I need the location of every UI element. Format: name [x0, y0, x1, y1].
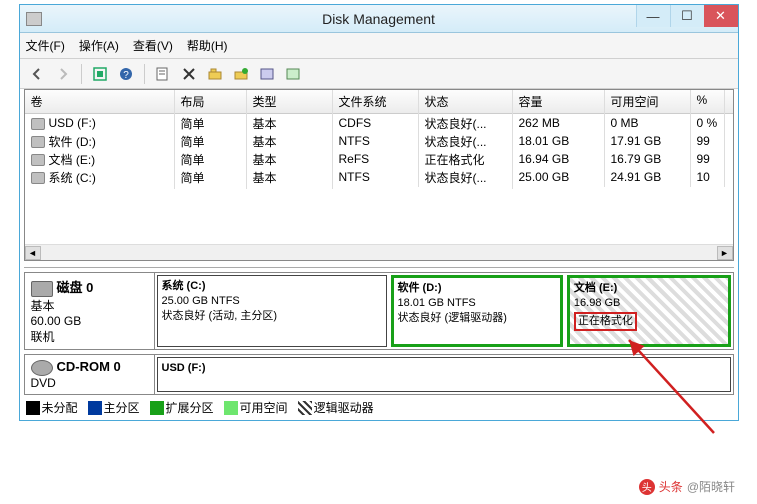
partition-e-title: 文档 (E:) — [574, 282, 617, 294]
titlebar: Disk Management — ☐ ✕ — [20, 5, 738, 33]
table-row[interactable]: 系统 (C:)简单基本NTFS状态良好(...25.00 GB24.91 GB1… — [25, 168, 733, 186]
cdrom-partition[interactable]: USD (F:) — [157, 357, 731, 392]
legend-unallocated: 未分配 — [42, 401, 78, 415]
disk-0-size: 60.00 GB — [31, 314, 82, 328]
menu-action[interactable]: 操作(A) — [79, 37, 119, 54]
svg-text:?: ? — [123, 70, 129, 81]
scroll-right-button[interactable]: ► — [717, 246, 733, 260]
action2-button[interactable] — [230, 63, 252, 85]
legend: 未分配 主分区 扩展分区 可用空间 逻辑驱动器 — [26, 399, 732, 416]
partition-d-title: 软件 (D:) — [398, 282, 442, 294]
legend-primary: 主分区 — [104, 401, 140, 415]
close-button[interactable]: ✕ — [704, 5, 738, 27]
forward-button[interactable] — [52, 63, 74, 85]
col-percent[interactable]: % — [691, 90, 725, 113]
cdrom-label: CD-ROM 0 — [57, 359, 121, 374]
col-type[interactable]: 类型 — [247, 90, 333, 113]
legend-logical: 逻辑驱动器 — [314, 401, 374, 415]
menu-view[interactable]: 查看(V) — [133, 37, 173, 54]
disk-0-type: 基本 — [31, 299, 55, 313]
volume-list: 卷 布局 类型 文件系统 状态 容量 可用空间 % USD (F:)简单基本CD… — [24, 89, 734, 261]
menu-file[interactable]: 文件(F) — [26, 37, 65, 54]
delete-button[interactable] — [178, 63, 200, 85]
back-button[interactable] — [26, 63, 48, 85]
toolbar: ? — [20, 59, 738, 89]
horizontal-scrollbar[interactable]: ◄ ► — [25, 244, 733, 260]
col-filesystem[interactable]: 文件系统 — [333, 90, 419, 113]
watermark-icon: 头 — [639, 479, 655, 495]
help-button[interactable]: ? — [115, 63, 137, 85]
disk-icon — [31, 281, 53, 297]
action4-button[interactable] — [282, 63, 304, 85]
watermark-handle: @陌晓轩 — [687, 478, 735, 495]
partition-e-size: 16.98 GB — [574, 297, 620, 309]
cdrom-info: CD-ROM 0 DVD — [25, 355, 155, 394]
legend-free-swatch — [224, 401, 238, 415]
app-icon — [26, 12, 42, 26]
legend-logical-swatch — [298, 401, 312, 415]
cdrom-icon — [31, 360, 53, 376]
action1-button[interactable] — [204, 63, 226, 85]
disk-0-row[interactable]: 磁盘 0 基本 60.00 GB 联机 系统 (C:) 25.00 GB NTF… — [24, 272, 734, 350]
graphic-pane: 磁盘 0 基本 60.00 GB 联机 系统 (C:) 25.00 GB NTF… — [24, 267, 734, 395]
action3-button[interactable] — [256, 63, 278, 85]
disk-0-state: 联机 — [31, 330, 55, 344]
menu-help[interactable]: 帮助(H) — [187, 37, 228, 54]
partition-c-status: 状态良好 (活动, 主分区) — [162, 310, 278, 322]
refresh-button[interactable] — [89, 63, 111, 85]
legend-extended-swatch — [150, 401, 164, 415]
scroll-left-button[interactable]: ◄ — [25, 246, 41, 260]
cdrom-part-title: USD (F:) — [162, 362, 206, 374]
col-capacity[interactable]: 容量 — [513, 90, 605, 113]
legend-free: 可用空间 — [240, 401, 288, 415]
watermark-prefix: 头条 — [659, 478, 683, 495]
partition-e-status: 正在格式化 — [574, 312, 637, 331]
disk-0-label: 磁盘 0 — [57, 280, 94, 295]
window-title: Disk Management — [322, 11, 435, 27]
col-free[interactable]: 可用空间 — [605, 90, 691, 113]
legend-unallocated-swatch — [26, 401, 40, 415]
legend-primary-swatch — [88, 401, 102, 415]
partition-c[interactable]: 系统 (C:) 25.00 GB NTFS 状态良好 (活动, 主分区) — [157, 275, 387, 347]
properties-button[interactable] — [152, 63, 174, 85]
partition-c-title: 系统 (C:) — [162, 280, 206, 292]
menubar: 文件(F) 操作(A) 查看(V) 帮助(H) — [20, 33, 738, 59]
list-header: 卷 布局 类型 文件系统 状态 容量 可用空间 % — [25, 90, 733, 114]
partition-e[interactable]: 文档 (E:) 16.98 GB 正在格式化 — [567, 275, 731, 347]
partition-c-size: 25.00 GB NTFS — [162, 295, 240, 307]
disk-0-info: 磁盘 0 基本 60.00 GB 联机 — [25, 273, 155, 349]
maximize-button[interactable]: ☐ — [670, 5, 704, 27]
col-volume[interactable]: 卷 — [25, 90, 175, 113]
partition-d[interactable]: 软件 (D:) 18.01 GB NTFS 状态良好 (逻辑驱动器) — [391, 275, 563, 347]
col-status[interactable]: 状态 — [419, 90, 513, 113]
partition-d-status: 状态良好 (逻辑驱动器) — [398, 312, 507, 324]
window: Disk Management — ☐ ✕ 文件(F) 操作(A) 查看(V) … — [19, 4, 739, 421]
minimize-button[interactable]: — — [636, 5, 670, 27]
cdrom-type: DVD — [31, 376, 56, 390]
legend-extended: 扩展分区 — [166, 401, 214, 415]
partition-d-size: 18.01 GB NTFS — [398, 297, 476, 309]
cdrom-row[interactable]: CD-ROM 0 DVD USD (F:) — [24, 354, 734, 395]
col-layout[interactable]: 布局 — [175, 90, 247, 113]
watermark: 头 头条 @陌晓轩 — [629, 475, 745, 498]
